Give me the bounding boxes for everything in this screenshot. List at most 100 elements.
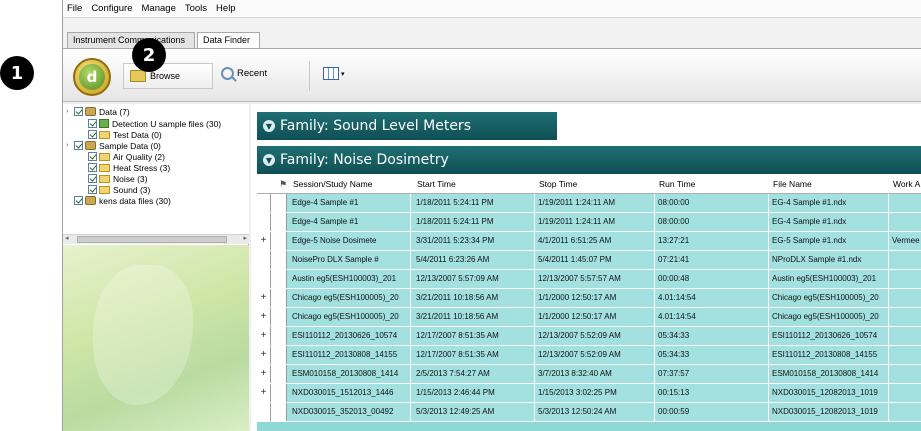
grid-view-icon: [323, 67, 339, 80]
cell-start-time: 12/13/2007 5:57:09 AM: [413, 270, 535, 288]
family-header-noise-dosimetry[interactable]: ▼ Family: Noise Dosimetry: [257, 146, 921, 174]
chevron-down-icon[interactable]: ▼: [263, 154, 275, 166]
cell-file-name: Austin eg5(ESH100003)_201: [769, 270, 889, 288]
scrollbar-thumb[interactable]: [77, 236, 227, 243]
flag-cell[interactable]: [271, 232, 287, 250]
chevron-down-icon[interactable]: ▼: [263, 120, 275, 132]
table-row[interactable]: + ESI110112_20130808_14155 12/17/2007 8:51…: [257, 346, 921, 365]
tree-item-kens-data-files[interactable]: kens data files (30): [74, 195, 171, 206]
table-row[interactable]: + ESI110112_20130626_10574 12/17/2007 8:51…: [257, 327, 921, 346]
cell-run-time: 05:34:33: [655, 346, 769, 364]
cell-start-time: 3/21/2011 10:18:56 AM: [413, 289, 535, 307]
cell-start-time: 3/31/2011 5:23:34 PM: [413, 232, 535, 250]
flag-cell[interactable]: [271, 289, 287, 307]
expand-row-icon[interactable]: [257, 194, 271, 212]
cell-session-name: NoisePro DLX Sample #: [289, 251, 411, 269]
table-row[interactable]: Edge-4 Sample #1 1/18/2011 5:24:11 PM 1/19…: [257, 194, 921, 213]
expand-row-icon[interactable]: +: [257, 384, 271, 402]
detection-logo-button[interactable]: d: [73, 58, 111, 96]
table-row[interactable]: Austin eg5(ESH100003)_201 12/13/2007 5:57…: [257, 270, 921, 289]
checkbox[interactable]: [74, 196, 83, 205]
flag-cell[interactable]: [271, 251, 287, 269]
flag-cell[interactable]: [271, 403, 287, 421]
expand-row-icon[interactable]: [257, 251, 271, 269]
table-row[interactable]: NXD030015_352013_00492 5/3/2013 12:49:25 …: [257, 403, 921, 422]
expand-row-icon[interactable]: +: [257, 327, 271, 345]
table-row[interactable]: + Edge-5 Noise Dosimete 3/31/2011 5:23:34 …: [257, 232, 921, 251]
table-row[interactable]: + Chicago eg5(ESH100005)_20 3/21/2011 10:1…: [257, 289, 921, 308]
tree-item-test-data[interactable]: Test Data (0): [88, 129, 162, 140]
flag-cell[interactable]: [271, 384, 287, 402]
column-header-file-name[interactable]: File Name: [769, 174, 887, 194]
tree-horizontal-scrollbar[interactable]: ◂ ▸: [63, 234, 249, 244]
expand-row-icon[interactable]: [257, 403, 271, 421]
cell-session-name: Austin eg5(ESH100003)_201: [289, 270, 411, 288]
expand-icon[interactable]: ›: [66, 142, 74, 149]
expand-row-icon[interactable]: +: [257, 232, 271, 250]
cell-file-name: ESM010158_20130808_1414: [769, 365, 889, 383]
column-header-start-time[interactable]: Start Time: [413, 174, 533, 194]
tab-instrument-communications[interactable]: Instrument Communications: [67, 32, 195, 48]
table-row[interactable]: + NXD030015_1512013_1446 1/15/2013 2:46:44…: [257, 384, 921, 403]
expand-row-icon[interactable]: +: [257, 365, 271, 383]
cell-stop-time: 1/15/2013 3:02:25 PM: [535, 384, 655, 402]
scroll-right-icon[interactable]: ▸: [243, 234, 247, 242]
checkbox[interactable]: [88, 130, 97, 139]
folder-icon: [99, 163, 110, 172]
flag-cell[interactable]: [271, 213, 287, 231]
checkbox[interactable]: [88, 163, 97, 172]
tree-item-air-quality[interactable]: Air Quality (2): [88, 151, 165, 162]
tree-item-data[interactable]: › Data (7): [66, 106, 130, 117]
expand-row-icon[interactable]: +: [257, 289, 271, 307]
tree-item-heat-stress[interactable]: Heat Stress (3): [88, 162, 170, 173]
checkbox[interactable]: [88, 119, 97, 128]
tree-item-sound[interactable]: Sound (3): [88, 184, 150, 195]
expand-row-icon[interactable]: +: [257, 346, 271, 364]
column-header-work-area[interactable]: Work A: [889, 174, 921, 194]
flag-cell[interactable]: [271, 327, 287, 345]
expand-row-icon[interactable]: +: [257, 308, 271, 326]
expand-row-icon[interactable]: [257, 270, 271, 288]
cell-work-area: [889, 270, 921, 288]
checkbox[interactable]: [74, 141, 83, 150]
checkbox[interactable]: [74, 107, 83, 116]
table-row[interactable]: NoisePro DLX Sample #5/4/2011 6:23:26 AM…: [257, 251, 921, 270]
expand-icon[interactable]: ›: [66, 108, 74, 115]
cell-run-time: 4.01:14:54: [655, 289, 769, 307]
view-columns-button[interactable]: ▾: [323, 67, 345, 80]
cell-work-area: [889, 289, 921, 307]
table-row[interactable]: Edge-4 Sample #1 1/18/2011 5:24:11 PM 1/19…: [257, 213, 921, 232]
flag-cell[interactable]: [271, 346, 287, 364]
scroll-left-icon[interactable]: ◂: [65, 234, 69, 242]
tab-data-finder[interactable]: Data Finder: [197, 32, 260, 48]
cell-session-name: NXD030015_352013_00492: [289, 403, 411, 421]
flag-cell[interactable]: [271, 308, 287, 326]
recent-button[interactable]: Recent: [221, 67, 267, 80]
checkbox[interactable]: [88, 185, 97, 194]
menu-file[interactable]: File: [67, 3, 82, 14]
menu-manage[interactable]: Manage: [142, 3, 176, 14]
table-row[interactable]: + Chicago eg5(ESH100005)_20 3/21/2011 10:1…: [257, 308, 921, 327]
database-icon: [85, 107, 96, 116]
flag-cell[interactable]: [271, 365, 287, 383]
menu-configure[interactable]: Configure: [91, 3, 132, 14]
cell-session-name: ESI110112_20130808_14155: [289, 346, 411, 364]
tree-item-detection-u-sample-files[interactable]: Detection U sample files (30): [88, 118, 221, 129]
checkbox[interactable]: [88, 174, 97, 183]
cell-run-time: 05:34:33: [655, 327, 769, 345]
menu-tools[interactable]: Tools: [185, 3, 207, 14]
table-row[interactable]: + ESM010158_20130808_1414 2/5/2013 7:54:27…: [257, 365, 921, 384]
checkbox[interactable]: [88, 152, 97, 161]
column-header-stop-time[interactable]: Stop Time: [535, 174, 653, 194]
expand-row-icon[interactable]: [257, 213, 271, 231]
family-header-sound-level-meters[interactable]: ▼ Family: Sound Level Meters: [257, 112, 557, 140]
column-header-run-time[interactable]: Run Time: [655, 174, 767, 194]
menu-help[interactable]: Help: [216, 3, 236, 14]
flag-cell[interactable]: [271, 270, 287, 288]
tree-item-sample-data[interactable]: › Sample Data (0): [66, 140, 161, 151]
flag-cell[interactable]: [271, 194, 287, 212]
column-header-session[interactable]: Session/Study Name: [289, 174, 411, 194]
cell-file-name: EG-4 Sample #1.ndx: [769, 213, 889, 231]
tree-item-noise[interactable]: Noise (3): [88, 173, 147, 184]
flag-icon[interactable]: ⚑: [275, 174, 287, 194]
